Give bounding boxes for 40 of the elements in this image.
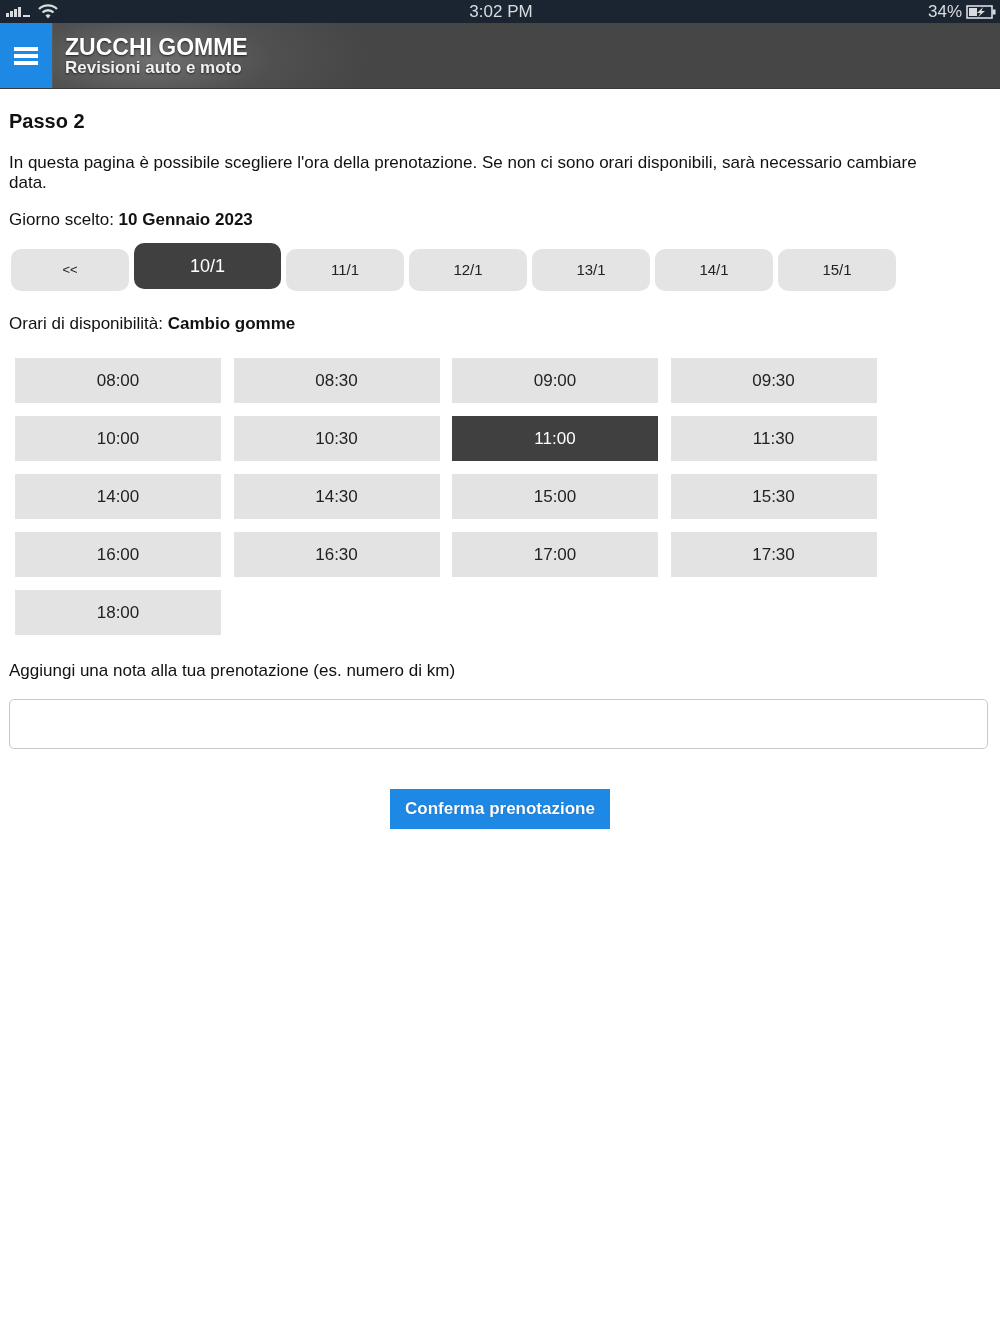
time-slot-button[interactable]: 18:00 — [15, 590, 221, 635]
time-slot-button[interactable]: 17:30 — [670, 532, 877, 577]
day-tab[interactable]: 13/1 — [532, 248, 650, 291]
time-slot-button[interactable]: 09:30 — [670, 358, 877, 403]
day-tab[interactable]: 15/1 — [778, 248, 896, 291]
menu-icon — [14, 46, 38, 65]
time-slot-button[interactable]: 08:30 — [233, 358, 440, 403]
logo-subtitle: Revisioni auto e moto — [65, 58, 243, 77]
time-slot-button[interactable]: 15:00 — [452, 474, 658, 519]
time-slot-button[interactable]: 08:00 — [15, 358, 221, 403]
day-tab[interactable]: 11/1 — [286, 248, 404, 291]
previous-days-button[interactable]: << — [11, 248, 129, 291]
time-slot-button[interactable]: 14:30 — [233, 474, 440, 519]
time-slot-button[interactable]: 15:30 — [670, 474, 877, 519]
intro-text: In questa pagina è possibile scegliere l'ora della prenotazione. Se non ci sono orari disponibili, sarà necessario cambiare data. — [9, 153, 918, 193]
time-slot-button[interactable]: 09:00 — [452, 358, 658, 403]
battery-percent: 34% — [927, 1, 962, 22]
time-slot-button[interactable]: 16:30 — [233, 532, 440, 577]
time-slot-button[interactable]: 11:00 — [452, 416, 658, 461]
time-slot-button[interactable]: 11:30 — [670, 416, 877, 461]
chosen-day-text: Giorno scelto: 10 Gennaio 2023 — [9, 210, 254, 230]
day-tab[interactable]: 12/1 — [409, 248, 527, 291]
step-title: Passo 2 — [9, 109, 86, 133]
time-slot-button[interactable]: 10:00 — [15, 416, 221, 461]
time-slot-button[interactable]: 16:00 — [15, 532, 221, 577]
time-slot-button[interactable]: 17:00 — [452, 532, 658, 577]
note-input-field[interactable] — [9, 699, 988, 749]
menu-button[interactable] — [0, 23, 53, 88]
logo-title: ZUCCHI GOMME — [65, 34, 248, 59]
time-slot-button[interactable]: 10:30 — [233, 416, 440, 461]
day-tab[interactable]: 10/1 — [134, 243, 281, 289]
availability-text: Orari di disponibilità: Cambio gomme — [9, 314, 297, 334]
day-tab[interactable]: 14/1 — [655, 248, 773, 291]
signal-icon — [6, 6, 30, 17]
confirm-button[interactable]: Conferma prenotazione — [390, 789, 610, 829]
wifi-icon — [38, 4, 58, 19]
time-slot-button[interactable]: 14:00 — [15, 474, 221, 519]
status-time: 3:02 PM — [469, 1, 533, 22]
battery-charging-icon — [966, 4, 996, 19]
note-label: Aggiungi una nota alla tua prenotazione (es. numero di km) — [9, 661, 457, 681]
